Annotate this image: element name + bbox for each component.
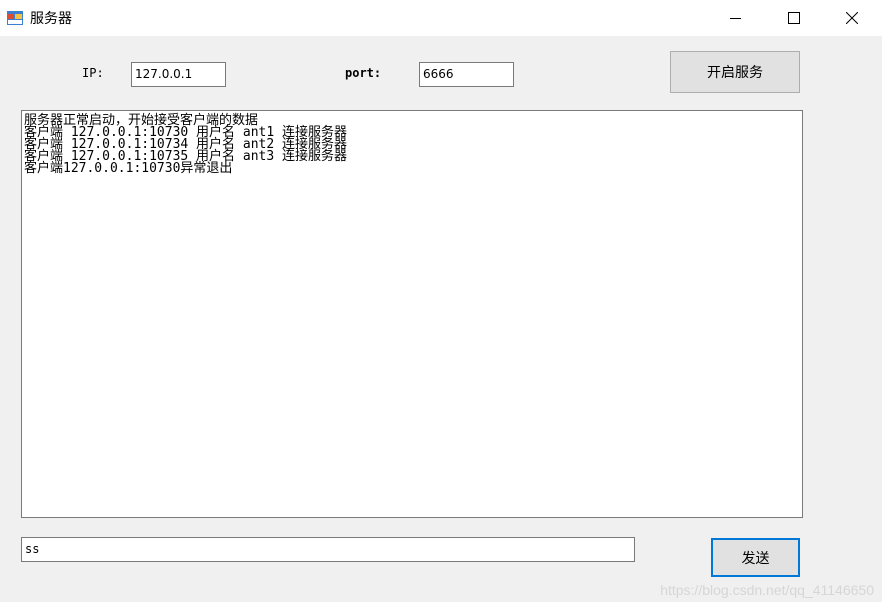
window-title: 服务器 xyxy=(30,11,72,27)
app-window-icon xyxy=(7,11,23,25)
close-button[interactable] xyxy=(823,0,881,36)
close-icon xyxy=(846,12,858,24)
log-line: 客户端127.0.0.1:10730异常退出 xyxy=(24,161,233,176)
title-bar: 服务器 xyxy=(0,0,882,36)
minimize-button[interactable] xyxy=(707,0,765,36)
log-output[interactable]: 服务器正常启动，开始接受客户端的数据 客户端 127.0.0.1:10730 用… xyxy=(21,110,803,518)
start-service-button[interactable]: 开启服务 xyxy=(670,51,800,93)
ip-input[interactable]: 127.0.0.1 xyxy=(131,62,226,87)
send-button[interactable]: 发送 xyxy=(711,538,800,577)
port-input[interactable]: 6666 xyxy=(419,62,514,87)
message-input[interactable]: ss xyxy=(21,537,635,562)
maximize-icon xyxy=(788,12,800,24)
maximize-button[interactable] xyxy=(765,0,823,36)
ip-label: IP: xyxy=(82,66,104,80)
port-label: port: xyxy=(345,66,382,80)
minimize-icon xyxy=(730,18,741,19)
watermark: https://blog.csdn.net/qq_41146650 xyxy=(660,582,874,598)
